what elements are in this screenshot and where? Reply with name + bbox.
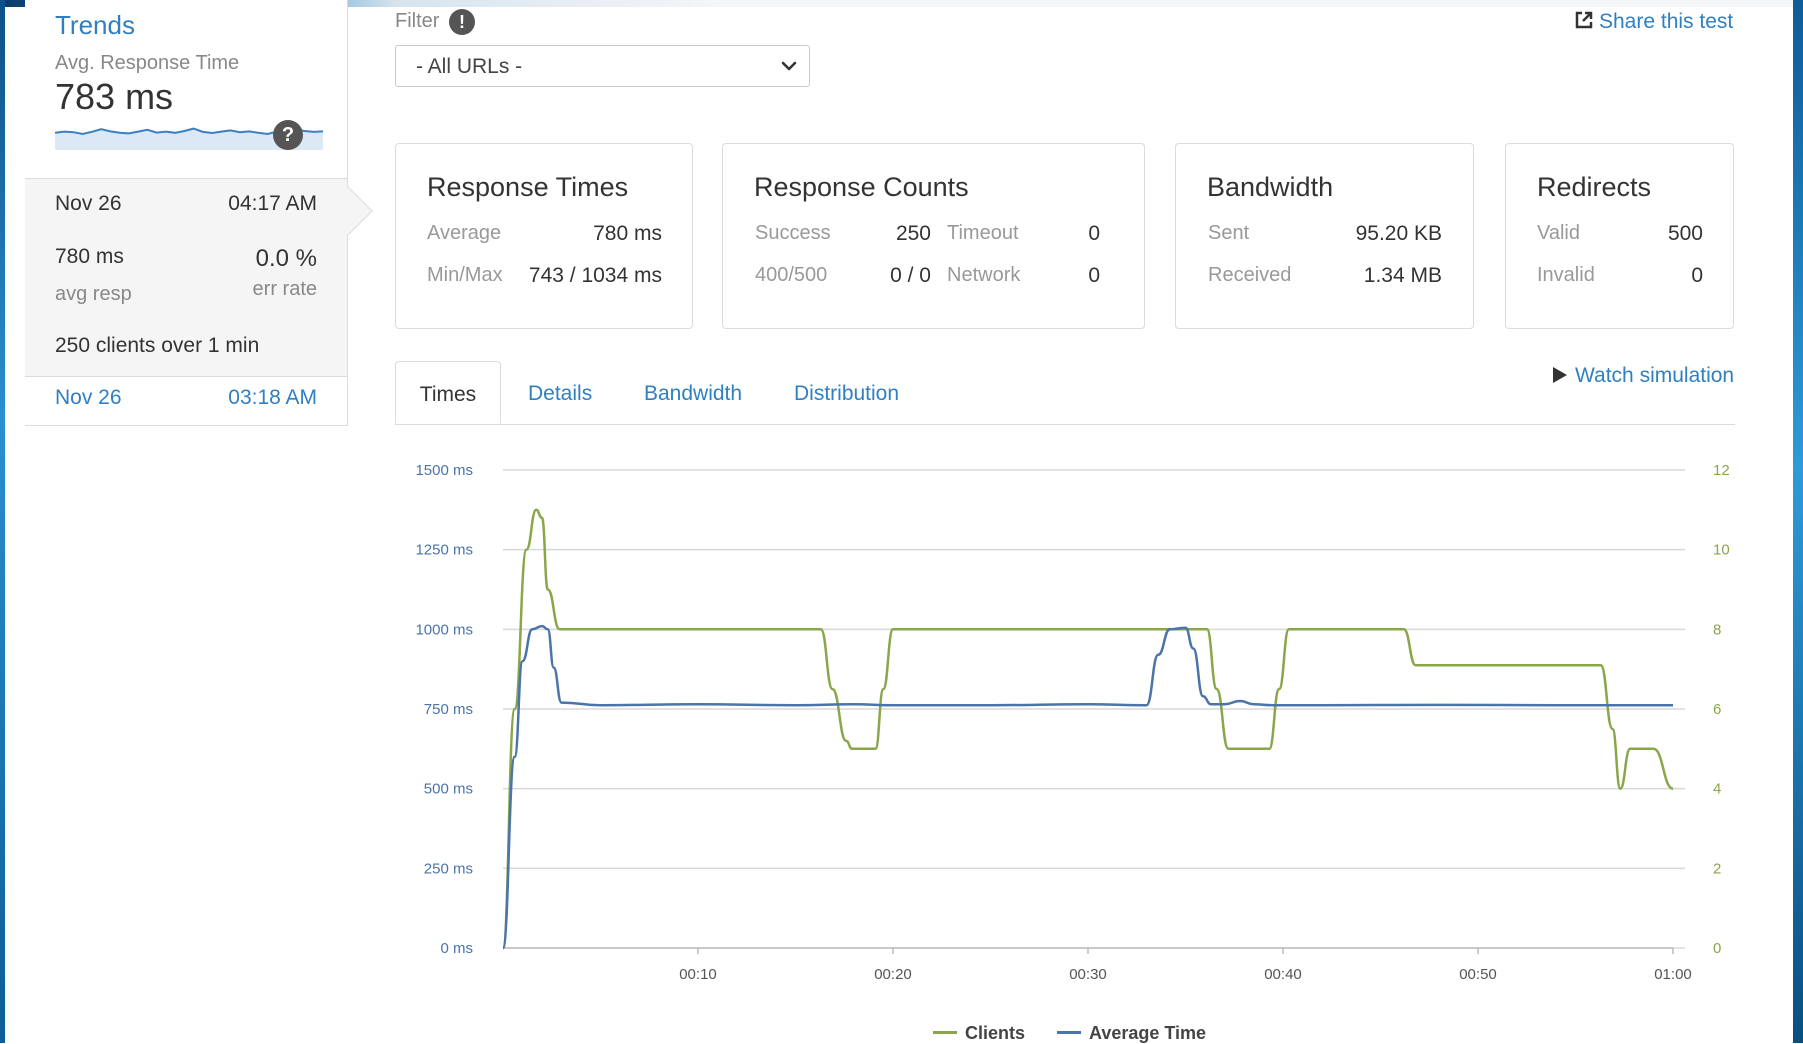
minmax-value: 743 / 1034 ms (528, 264, 662, 287)
filter-label: Filter (395, 10, 440, 32)
x-tick-label: 00:40 (1264, 966, 1302, 983)
redirects-card: Redirects Valid 500 Invalid 0 (1505, 143, 1734, 329)
test-run-item-active[interactable]: Nov 26 04:17 AM 780 ms 0.0 % avg resp er… (25, 178, 373, 377)
tab-details[interactable]: Details (528, 361, 592, 424)
series-average-time-line (501, 624, 1673, 950)
tab-distribution[interactable]: Distribution (794, 361, 899, 424)
test-run-item[interactable]: Nov 26 03:18 AM (25, 376, 347, 424)
y-left-tick-label: 1250 ms (415, 542, 473, 559)
success-value: 250 (895, 222, 931, 245)
run-avg-resp-label: avg resp (55, 283, 132, 305)
network-label: Network (947, 264, 1021, 286)
sent-value: 95.20 KB (1355, 222, 1442, 245)
invalid-value: 0 (1691, 264, 1703, 287)
y-left-tick-label: 0 ms (440, 940, 473, 957)
success-label: Success (755, 222, 831, 244)
y-right-tick-label: 6 (1713, 701, 1721, 718)
x-tick-label: 00:50 (1459, 966, 1497, 983)
legend-average-time[interactable]: Average Time (1057, 1023, 1206, 1044)
y-left-tick-label: 1500 ms (415, 462, 473, 479)
y-right-tick-label: 10 (1713, 542, 1730, 559)
legend-clients-label[interactable]: Clients (965, 1023, 1025, 1043)
share-icon (1575, 11, 1593, 29)
run-avg-resp-value: 780 ms (55, 245, 124, 268)
x-tick-label: 00:10 (679, 966, 717, 983)
run-date[interactable]: Nov 26 (55, 386, 122, 410)
url-filter-select[interactable]: - All URLs - (395, 45, 810, 87)
y-right-tick-label: 2 (1713, 860, 1721, 877)
response-time-chart: 0 ms 250 ms 500 ms 750 ms 1000 ms 1250 ms 1500… (415, 462, 1730, 983)
y-right-tick-label: 12 (1713, 462, 1730, 479)
series-clients-line (501, 508, 1674, 950)
avg-response-label: Avg. Response Time (55, 52, 240, 74)
run-time[interactable]: 03:18 AM (228, 386, 317, 410)
y-right-tick-label: 0 (1713, 940, 1721, 957)
timeout-label: Timeout (947, 222, 1019, 244)
y-left-tick-label: 750 ms (424, 701, 473, 718)
card-title: Response Times (427, 172, 629, 202)
avg-response-value: 783 ms (55, 76, 174, 117)
errors-value: 0 / 0 (890, 264, 931, 287)
received-value: 1.34 MB (1363, 264, 1442, 287)
chart-tabs: Times Details Bandwidth Distribution (395, 361, 1735, 425)
network-value: 0 (1088, 264, 1100, 287)
run-clients-text: 250 clients over 1 min (55, 334, 260, 357)
average-label: Average (427, 222, 502, 244)
x-tick-label: 00:20 (874, 966, 912, 983)
average-value: 780 ms (593, 222, 662, 245)
minmax-label: Min/Max (427, 264, 503, 286)
watch-simulation-link[interactable]: Watch simulation (1553, 364, 1734, 388)
card-title: Response Counts (754, 172, 969, 202)
url-filter-selected: - All URLs - (416, 55, 523, 78)
run-err-rate-label: err rate (252, 278, 317, 300)
run-err-rate-value: 0.0 % (255, 245, 317, 272)
timeout-value: 0 (1088, 222, 1100, 245)
trends-title[interactable]: Trends (55, 10, 135, 41)
watch-simulation-label[interactable]: Watch simulation (1575, 364, 1734, 387)
valid-label: Valid (1537, 222, 1580, 244)
valid-value: 500 (1667, 222, 1703, 245)
run-date: Nov 26 (55, 192, 122, 215)
run-time: 04:17 AM (228, 192, 317, 215)
active-run-pointer (347, 187, 371, 235)
window-frame-right (1793, 0, 1803, 1043)
legend-clients-swatch (933, 1031, 957, 1034)
invalid-label: Invalid (1537, 264, 1595, 286)
errors-label: 400/500 (755, 264, 828, 286)
play-icon (1553, 367, 1567, 383)
bandwidth-card: Bandwidth Sent 95.20 KB Received 1.34 MB (1175, 143, 1474, 329)
tab-times[interactable]: Times (395, 361, 501, 424)
info-icon[interactable]: ! (449, 9, 475, 35)
received-label: Received (1208, 264, 1292, 286)
y-right-tick-label: 4 (1713, 781, 1721, 798)
chevron-down-icon (781, 61, 797, 71)
x-tick-label: 00:30 (1069, 966, 1107, 983)
card-title: Redirects (1537, 172, 1652, 202)
y-left-tick-label: 250 ms (424, 860, 473, 877)
y-left-tick-label: 500 ms (424, 781, 473, 798)
response-counts-card: Response Counts Success 250 Timeout 0 40… (722, 143, 1145, 329)
y-right-tick-label: 8 (1713, 621, 1721, 638)
window-frame-left (0, 0, 5, 1043)
share-label[interactable]: Share this test (1599, 10, 1733, 33)
card-title: Bandwidth (1207, 172, 1334, 202)
sent-label: Sent (1208, 222, 1250, 244)
tab-bandwidth[interactable]: Bandwidth (644, 361, 742, 424)
legend-clients[interactable]: Clients (933, 1023, 1025, 1044)
legend-average-time-label[interactable]: Average Time (1089, 1023, 1206, 1043)
share-link[interactable]: Share this test (1573, 9, 1733, 34)
response-times-card: Response Times Average 780 ms Min/Max 74… (395, 143, 693, 329)
x-tick-label: 01:00 (1654, 966, 1692, 983)
trends-sidebar: Trends Avg. Response Time 783 ms ? Nov 2… (25, 0, 373, 426)
legend-average-time-swatch (1057, 1031, 1081, 1034)
help-icon[interactable]: ? (273, 120, 303, 150)
y-left-tick-label: 1000 ms (415, 621, 473, 638)
